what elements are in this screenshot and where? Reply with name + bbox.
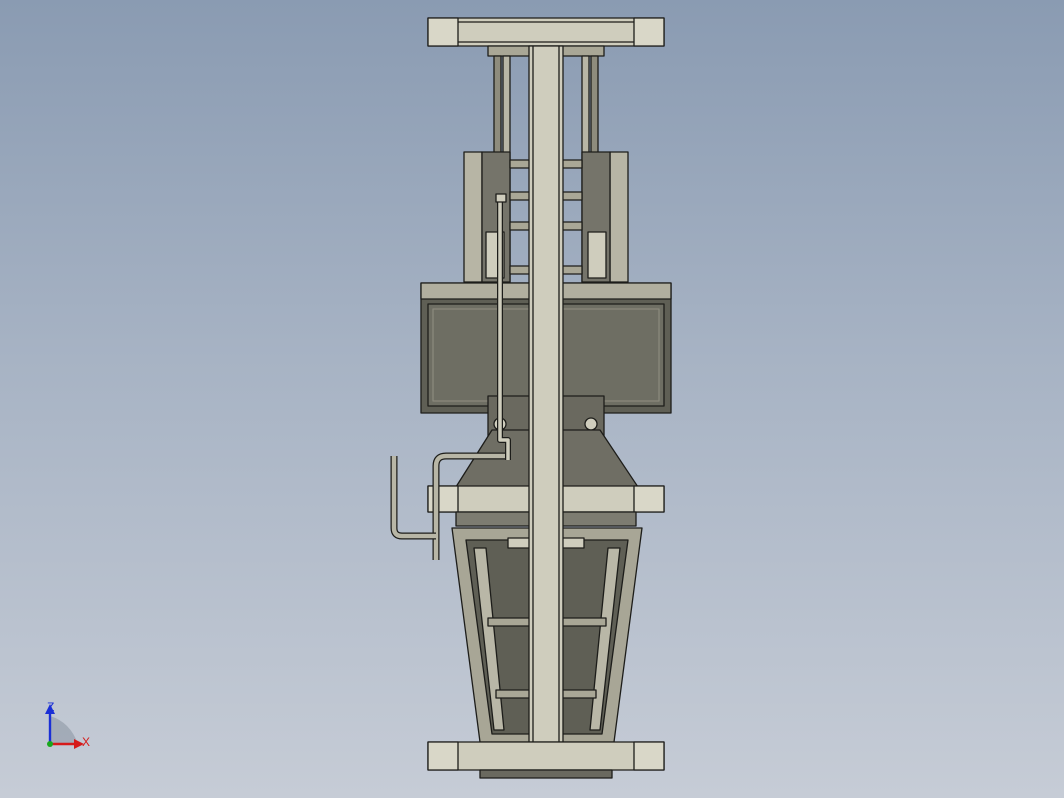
z-axis-label: Z bbox=[47, 700, 55, 714]
bottom-crossbar[interactable] bbox=[427, 741, 665, 779]
x-axis-label: X bbox=[82, 735, 91, 749]
graphics-viewport[interactable]: Z X bbox=[0, 0, 1064, 798]
top-crossbar[interactable] bbox=[427, 17, 665, 47]
central-column[interactable] bbox=[528, 45, 564, 743]
cad-model-front-view[interactable] bbox=[0, 0, 1064, 798]
coordinate-triad[interactable]: Z X bbox=[36, 696, 106, 760]
